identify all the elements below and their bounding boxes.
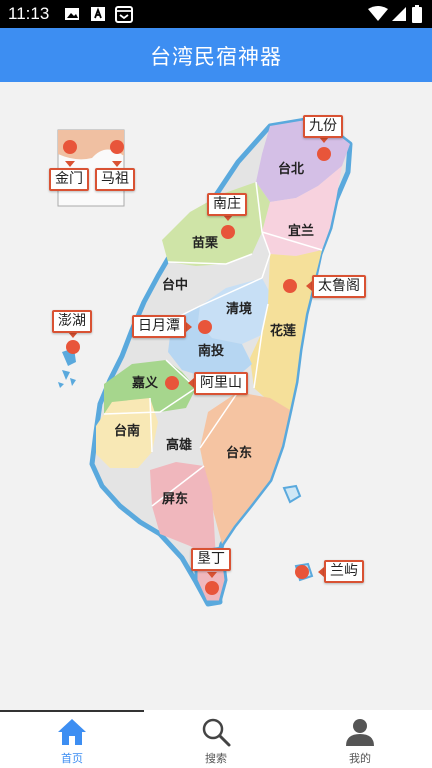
callout-pointer-kending: [207, 572, 217, 578]
status-time: 11:13: [8, 4, 50, 23]
battery-icon: [412, 5, 422, 27]
marker-nanzhuang[interactable]: 南庄: [207, 193, 247, 216]
region-label-hualian: 花莲: [270, 324, 297, 339]
tab-mine-label: 我的: [349, 752, 371, 765]
marker-riyuetan[interactable]: 日月潭: [132, 315, 186, 338]
bottom-tab-bar: 首页 搜索 我的: [0, 710, 432, 768]
pin-kending-icon[interactable]: [205, 581, 219, 595]
callout-pointer-mazu: [112, 161, 122, 167]
region-label-taidong: 台东: [226, 446, 253, 461]
pin-tailuge-icon[interactable]: [283, 279, 297, 293]
pin-jinmen-icon[interactable]: [63, 140, 77, 154]
callout-pointer-jinmen: [65, 161, 75, 167]
signal-icon: [392, 6, 406, 26]
app-title: 台湾民宿神器: [150, 45, 282, 69]
region-label-taibei: 台北: [278, 162, 305, 177]
user-icon: [344, 716, 376, 752]
tab-home[interactable]: 首页: [0, 710, 144, 768]
marker-mazu[interactable]: 马祖: [95, 168, 135, 191]
tab-home-label: 首页: [61, 752, 83, 765]
region-label-gaoxiong: 高雄: [166, 438, 193, 453]
marker-kending[interactable]: 垦丁: [191, 548, 231, 571]
tab-search-label: 搜索: [205, 752, 227, 765]
pin-nanzhuang-icon[interactable]: [221, 225, 235, 239]
font-notification-icon: [90, 6, 106, 26]
tab-mine[interactable]: 我的: [288, 710, 432, 768]
penghu-islets-shape: [58, 370, 76, 388]
region-label-pingdong: 屏东: [162, 492, 189, 507]
inbox-notification-icon: [115, 6, 133, 27]
search-icon: [200, 716, 232, 752]
marker-alishan[interactable]: 阿里山: [194, 372, 248, 395]
region-label-taizhong: 台中: [162, 278, 189, 293]
marker-jiufen[interactable]: 九份: [303, 115, 343, 138]
region-label-miaoli: 苗栗: [192, 236, 219, 251]
taiwan-map: 台北 宜兰 苗栗 台中 清境 花莲 南投 嘉义 台南 高雄 台东 屏东 九份 金…: [0, 82, 432, 710]
pin-jiufen-icon[interactable]: [317, 147, 331, 161]
tab-search[interactable]: 搜索: [144, 710, 288, 768]
green-island-shape: [282, 484, 302, 504]
pin-penghu-icon[interactable]: [66, 340, 80, 354]
wifi-icon: [368, 6, 388, 26]
region-label-qingjing: 清境: [226, 302, 253, 317]
region-label-jiayi: 嘉义: [132, 376, 159, 391]
region-label-tainan: 台南: [114, 424, 141, 439]
home-icon: [56, 716, 88, 752]
image-notification-icon: [64, 6, 80, 26]
marker-jinmen[interactable]: 金门: [49, 168, 89, 191]
app-bar: 台湾民宿神器: [0, 28, 432, 82]
marker-penghu[interactable]: 澎湖: [52, 310, 92, 333]
marker-lanyu[interactable]: 兰屿: [324, 560, 364, 583]
pin-mazu-icon[interactable]: [110, 140, 124, 154]
callout-pointer-riyuetan: [186, 322, 192, 332]
marker-tailuge[interactable]: 太鲁阁: [312, 275, 366, 298]
region-label-nantou: 南投: [198, 344, 225, 359]
pin-riyuetan-icon[interactable]: [198, 320, 212, 334]
pin-alishan-icon[interactable]: [165, 376, 179, 390]
status-bar: 11:13: [0, 0, 432, 28]
region-label-yilan: 宜兰: [288, 224, 315, 239]
pin-lanyu-icon[interactable]: [295, 565, 309, 579]
